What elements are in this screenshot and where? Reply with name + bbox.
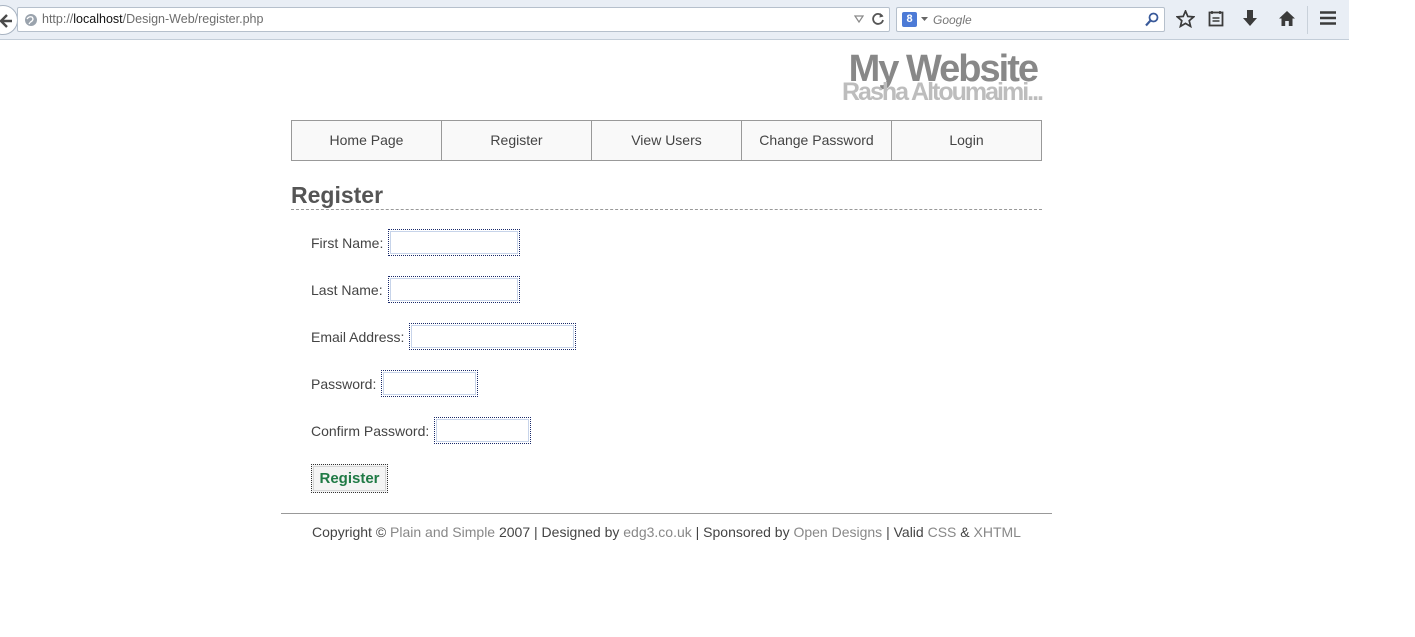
main-nav: Home Page Register View Users Change Pas… bbox=[291, 120, 1042, 161]
address-bar[interactable]: http://localhost/Design-Web/register.php bbox=[17, 7, 890, 32]
download-icon[interactable] bbox=[1242, 10, 1258, 28]
footer-amp: & bbox=[956, 524, 974, 540]
last-name-field[interactable] bbox=[387, 276, 520, 303]
nav-item-home-page[interactable]: Home Page bbox=[292, 121, 442, 160]
confirm-password-row: Confirm Password: bbox=[311, 417, 532, 444]
footer-link-open-designs[interactable]: Open Designs bbox=[793, 524, 882, 540]
nav-item-login[interactable]: Login bbox=[892, 121, 1041, 160]
last-name-label: Last Name: bbox=[311, 281, 383, 298]
email-field[interactable] bbox=[409, 323, 577, 350]
first-name-label: First Name: bbox=[311, 234, 384, 251]
email-row: Email Address: bbox=[311, 323, 577, 350]
toolbar-separator bbox=[1307, 6, 1308, 34]
password-row: Password: bbox=[311, 370, 479, 397]
menu-icon[interactable] bbox=[1320, 10, 1336, 26]
search-placeholder: Google bbox=[933, 13, 972, 27]
home-icon[interactable] bbox=[1278, 10, 1296, 27]
back-arrow-icon bbox=[0, 14, 12, 28]
register-submit-button[interactable]: Register bbox=[311, 464, 388, 493]
first-name-field[interactable] bbox=[388, 229, 521, 256]
footer-link-xhtml[interactable]: XHTML bbox=[974, 524, 1021, 540]
chevron-down-icon[interactable] bbox=[921, 17, 928, 22]
footer-link-plain-and-simple[interactable]: Plain and Simple bbox=[390, 524, 495, 540]
nav-item-view-users[interactable]: View Users bbox=[592, 121, 742, 160]
password-field[interactable] bbox=[381, 370, 479, 397]
window-blank-area bbox=[1349, 0, 1415, 40]
footer-divider bbox=[281, 513, 1052, 514]
reading-list-icon[interactable] bbox=[1208, 10, 1224, 27]
search-bar[interactable]: 8 Google bbox=[896, 7, 1165, 32]
footer-copyright: Copyright © bbox=[312, 524, 391, 540]
dropdown-triangle-icon[interactable] bbox=[854, 14, 864, 24]
reload-icon[interactable] bbox=[871, 12, 885, 26]
site-subtitle: Rasha Altoumaimi... bbox=[841, 78, 1044, 106]
first-name-row: First Name: bbox=[311, 229, 521, 256]
footer-year-designed: 2007 | Designed by bbox=[495, 524, 624, 540]
password-label: Password: bbox=[311, 375, 377, 392]
globe-icon bbox=[25, 14, 37, 26]
confirm-password-field[interactable] bbox=[434, 417, 532, 444]
footer-valid: | Valid bbox=[882, 524, 928, 540]
footer: Copyright © Plain and Simple 2007 | Desi… bbox=[281, 524, 1052, 540]
footer-link-edg3[interactable]: edg3.co.uk bbox=[623, 524, 692, 540]
url-path: /Design-Web/register.php bbox=[122, 12, 264, 26]
nav-item-change-password[interactable]: Change Password bbox=[742, 121, 892, 160]
confirm-password-label: Confirm Password: bbox=[311, 422, 430, 439]
last-name-row: Last Name: bbox=[311, 276, 520, 303]
footer-link-css[interactable]: CSS bbox=[928, 524, 957, 540]
page-title: Register bbox=[291, 181, 1042, 210]
search-engine-icon[interactable]: 8 bbox=[902, 12, 917, 27]
browser-toolbar: http://localhost/Design-Web/register.php… bbox=[0, 0, 1349, 40]
nav-item-register[interactable]: Register bbox=[442, 121, 592, 160]
email-label: Email Address: bbox=[311, 328, 405, 345]
url-host: localhost bbox=[73, 12, 123, 26]
footer-sponsored: | Sponsored by bbox=[691, 524, 794, 540]
url-prefix: http:// bbox=[42, 12, 74, 26]
back-button[interactable] bbox=[0, 5, 18, 35]
bookmark-star-icon[interactable] bbox=[1176, 10, 1195, 28]
search-icon[interactable] bbox=[1145, 12, 1159, 27]
url-text[interactable]: http://localhost/Design-Web/register.php bbox=[42, 12, 263, 26]
